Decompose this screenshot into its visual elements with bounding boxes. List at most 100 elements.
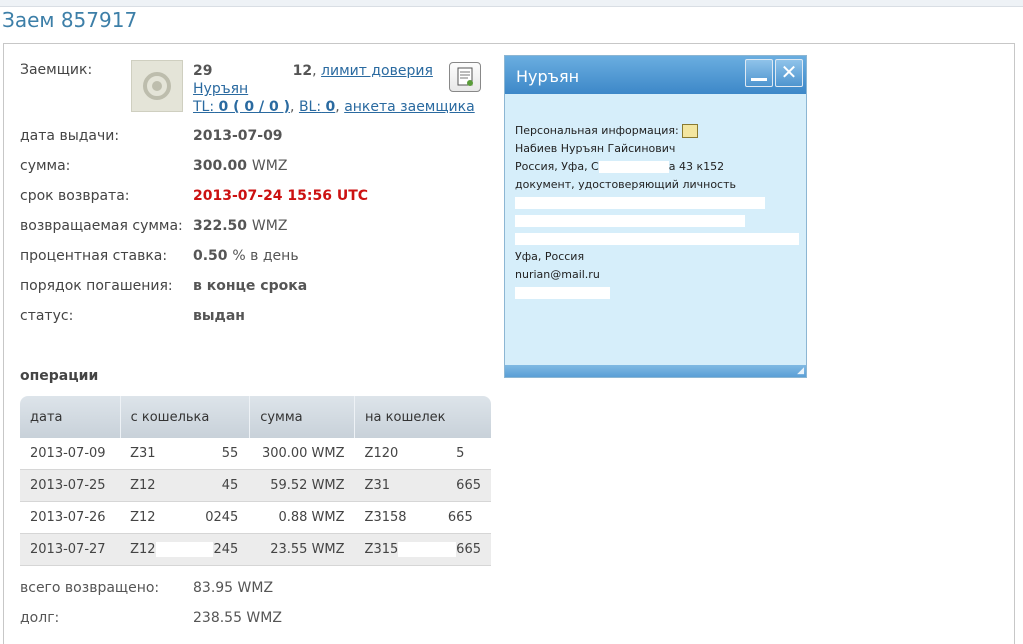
wallet-start: Z3158 [364,510,407,525]
col-from-wallet[interactable]: с кошелька [120,396,251,438]
borrower-popup[interactable]: Нуръян ✕ Персональная информация: Набиев… [504,55,807,378]
avatar-icon [131,60,183,112]
wallet-end: 665 [456,478,481,493]
return-amount-value: 322.50 WMZ [193,218,287,234]
address-start: Россия, Уфа, С [515,160,599,173]
repayment-order-label: порядок погашения: [20,278,173,294]
due-date-value: 2013-07-24 15:56 UTC [193,188,369,204]
certificate-button[interactable] [449,62,481,92]
status-label: статус: [20,308,74,324]
close-icon: ✕ [780,60,798,84]
return-amount-number: 322.50 [193,218,248,234]
cell-amount: 0.88 WMZ [249,501,355,534]
wallet-end: 0245 [205,510,239,525]
full-name: Набиев Нуръян Гайсинович [515,142,676,155]
wallet-start: Z315 [364,542,399,557]
wallet-start: Z31 [130,446,156,461]
cell-to-wallet: Z12000000005 [354,438,491,470]
amount-label: сумма: [20,158,71,174]
wallet-end: 245 [213,542,239,557]
table-row: 2013-07-25 Z120000000045 59.52 WMZ Z3100… [20,469,491,502]
interest-rate-unit: % в день [232,248,299,264]
bl-label: BL: [298,99,322,115]
issue-date-value: 2013-07-09 [193,128,283,144]
popup-header[interactable]: Нуръян ✕ [505,56,806,94]
certificate-icon [457,67,473,86]
cell-to-wallet: Z3150000000665 [354,533,491,566]
cell-date: 2013-07-25 [20,469,121,502]
wallet-start: Z12 [130,542,156,557]
return-amount-unit: WMZ [251,218,288,234]
debt-label: долг: [20,610,60,626]
top-bar [0,0,1023,7]
bl-value: 0 [325,99,336,115]
wallet-start: Z12 [130,510,156,525]
due-date-label: срок возврата: [20,188,130,204]
id-card-icon[interactable] [681,124,698,138]
bl-link[interactable]: BL: 0 [299,99,335,115]
redacted-line [515,194,799,212]
returned-total-label: всего возвращено: [20,580,160,596]
wallet-end: 5 [456,446,465,461]
tl-link[interactable]: TL: 0 ( 0 / 0 ) [193,99,290,115]
redacted-line [515,230,799,248]
interest-rate-value: 0.50 % в день [193,248,299,264]
resize-grip-icon[interactable]: ◢ [797,366,804,376]
issue-date-label: дата выдачи: [20,128,120,144]
minimize-button[interactable] [745,59,773,87]
redacted-line [515,212,799,230]
redacted-line [515,284,799,302]
borrower-name-link[interactable]: Нуръян [193,81,248,97]
cell-date: 2013-07-09 [20,438,121,470]
debt-value: 238.55 WMZ [193,610,282,626]
cell-date: 2013-07-26 [20,501,121,534]
amount-number: 300.00 [193,158,248,174]
address-end: а 43 к152 [668,160,725,173]
borrower-info: 2900000000012, лимит доверия Нуръян TL: … [193,62,475,115]
cell-from-wallet: Z120000000045 [120,469,250,502]
personal-info-label: Персональная информация: [515,124,679,137]
city: Уфа, Россия [515,250,585,263]
document-label: документ, удостоверяющий личность [515,178,736,191]
wallet-end: 55 [221,446,239,461]
cell-amount: 59.52 WMZ [249,469,355,502]
minimize-icon [751,78,767,81]
cell-from-wallet: Z120000000245 [120,501,250,534]
borrower-wmid-start: 29 [193,63,213,79]
cell-date: 2013-07-27 [20,533,121,566]
col-to-wallet[interactable]: на кошелек [354,396,491,438]
popup-footer: ◢ [505,365,806,377]
cell-amount: 300.00 WMZ [249,438,355,470]
returned-total-value: 83.95 WMZ [193,580,274,596]
wallet-start: Z120 [364,446,399,461]
cell-from-wallet: Z120000000245 [120,533,250,566]
table-row: 2013-07-27 Z120000000245 23.55 WMZ Z3150… [20,533,491,566]
popup-title: Нуръян [516,67,580,86]
wallet-end: 45 [221,478,239,493]
wallet-start: Z31 [364,478,390,493]
close-button[interactable]: ✕ [775,59,803,87]
page-title: Заем 857917 [2,8,138,32]
amount-value: 300.00 WMZ [193,158,287,174]
wallet-end: 665 [456,542,481,557]
table-row: 2013-07-09 Z310000000055 300.00 WMZ Z120… [20,438,491,470]
wallet-start: Z12 [130,478,156,493]
email: nurian@mail.ru [515,268,600,281]
borrower-label: Заемщик: [20,62,93,78]
trust-limit-link[interactable]: лимит доверия [321,63,433,79]
interest-rate-number: 0.50 [193,248,228,264]
cell-to-wallet: Z315800000665 [354,501,491,534]
tl-label: TL: [193,99,215,115]
interest-rate-label: процентная ставка: [20,248,168,264]
cell-amount: 23.55 WMZ [249,533,355,566]
operations-table: дата с кошелька сумма на кошелек 2013-07… [20,396,491,566]
col-amount[interactable]: сумма [249,396,356,438]
tl-value: 0 ( 0 / 0 ) [218,99,291,115]
repayment-order-value: в конце срока [193,278,308,294]
borrower-profile-link[interactable]: анкета заемщика [344,99,475,115]
return-amount-label: возвращаемая сумма: [20,218,183,234]
operations-title: операции [20,368,99,384]
amount-unit: WMZ [251,158,288,174]
col-date[interactable]: дата [20,396,121,438]
status-badge: выдан [193,308,245,324]
